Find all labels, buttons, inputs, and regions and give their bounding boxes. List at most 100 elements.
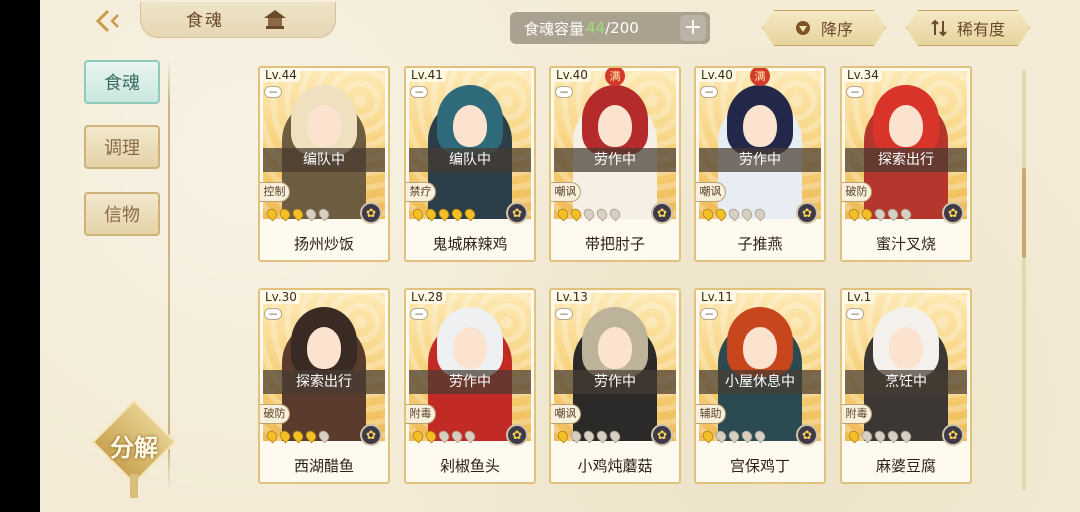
star-icon <box>277 428 293 444</box>
food-soul-card[interactable]: Lv.41 − 编队中 禁疗 ✿ 鬼城麻辣鸡 <box>404 66 536 262</box>
card-status: 探索出行 <box>845 148 967 172</box>
scrollbar-thumb[interactable] <box>1022 168 1026 258</box>
element-flower-icon: ✿ <box>360 202 382 224</box>
star-icon <box>264 428 280 444</box>
home-button[interactable] <box>262 8 288 34</box>
card-name: 带把肘子 <box>584 235 645 253</box>
triangle-down-icon <box>795 20 811 36</box>
star-icon <box>303 206 319 222</box>
star-icon <box>303 428 319 444</box>
decompose-button[interactable]: 分解 <box>91 399 177 498</box>
minus-icon: − <box>700 86 718 98</box>
star-icon <box>898 428 914 444</box>
character-face <box>743 105 777 147</box>
character-face <box>453 327 487 369</box>
star-icon <box>898 206 914 222</box>
role-tag: 附毒 <box>406 404 436 424</box>
card-level: Lv.28 <box>408 290 446 304</box>
food-soul-card[interactable]: Lv.13 − 劳作中 嘲讽 ✿ 小鸡炖蘑菇 <box>549 288 681 484</box>
capacity-add-button[interactable]: + <box>680 15 706 41</box>
star-icon <box>423 428 439 444</box>
character-face <box>889 105 923 147</box>
character-face <box>307 105 341 147</box>
star-icon <box>752 428 768 444</box>
card-name: 西湖醋鱼 <box>293 457 354 475</box>
card-status: 烹饪中 <box>845 370 967 394</box>
card-level: Lv.44 <box>262 68 300 82</box>
sort-descending-button[interactable]: 降序 <box>762 10 886 46</box>
card-name: 小鸡炖蘑菇 <box>577 457 653 475</box>
scrollbar-track[interactable] <box>1022 70 1026 490</box>
food-soul-card[interactable]: Lv.40 − 满劳作中 嘲讽 ✿ 子推燕 <box>694 66 826 262</box>
back-button[interactable] <box>92 6 128 36</box>
star-icon <box>594 428 610 444</box>
title-tab <box>140 2 336 38</box>
star-icon <box>410 206 426 222</box>
role-tag: 附毒 <box>842 404 872 424</box>
card-status: 编队中 <box>263 148 385 172</box>
sort-rarity-label: 稀有度 <box>956 20 1005 39</box>
minus-icon: − <box>700 308 718 320</box>
minus-icon: − <box>410 308 428 320</box>
card-name: 麻婆豆腐 <box>875 457 936 475</box>
element-flower-icon: ✿ <box>651 424 673 446</box>
capacity-label: 食魂容量 <box>524 19 585 38</box>
star-icon <box>277 206 293 222</box>
nav-tab-tokens[interactable]: 信物 <box>84 192 160 236</box>
card-name: 蜜汁叉烧 <box>875 235 936 253</box>
full-badge: 满 <box>605 68 625 86</box>
element-flower-icon: ✿ <box>506 424 528 446</box>
star-icon <box>568 206 584 222</box>
card-status: 探索出行 <box>263 370 385 394</box>
food-soul-card[interactable]: Lv.34 − 探索出行 破防 ✿ 蜜汁叉烧 <box>840 66 972 262</box>
star-rating <box>410 428 478 444</box>
food-soul-card[interactable]: Lv.1 − 烹饪中 附毒 ✿ 麻婆豆腐 <box>840 288 972 484</box>
star-icon <box>264 206 280 222</box>
role-tag: 辅助 <box>696 404 726 424</box>
minus-icon: − <box>410 86 428 98</box>
star-icon <box>316 428 332 444</box>
sort-rarity-button[interactable]: 稀有度 <box>906 10 1030 46</box>
full-badge: 满 <box>750 68 770 86</box>
nav-tab-food-souls[interactable]: 食魂 <box>84 60 160 104</box>
star-icon <box>885 428 901 444</box>
card-level: Lv.30 <box>262 290 300 304</box>
star-rating <box>555 428 623 444</box>
character-face <box>598 105 632 147</box>
home-pavilion-icon <box>264 10 286 29</box>
star-icon <box>846 206 862 222</box>
star-icon <box>607 206 623 222</box>
star-icon <box>436 206 452 222</box>
card-level: Lv.13 <box>553 290 591 304</box>
decompose-tassel <box>130 474 138 498</box>
food-soul-card[interactable]: Lv.28 − 劳作中 附毒 ✿ 剁椒鱼头 <box>404 288 536 484</box>
capacity-current: 44 <box>586 19 606 37</box>
element-flower-icon: ✿ <box>360 424 382 446</box>
star-icon <box>290 206 306 222</box>
minus-icon: − <box>846 86 864 98</box>
star-rating <box>555 206 623 222</box>
star-icon <box>449 206 465 222</box>
role-tag: 控制 <box>260 182 290 202</box>
star-icon <box>726 206 742 222</box>
star-icon <box>462 428 478 444</box>
role-tag: 破防 <box>842 182 872 202</box>
star-icon <box>859 206 875 222</box>
star-icon <box>726 428 742 444</box>
food-soul-card[interactable]: Lv.11 − 小屋休息中 辅助 ✿ 宫保鸡丁 <box>694 288 826 484</box>
top-bar: 食魂 食魂容量 44 /200 + 降序 稀有度 <box>40 0 1080 52</box>
star-icon <box>290 428 306 444</box>
minus-icon: − <box>264 308 282 320</box>
food-soul-card[interactable]: Lv.30 − 探索出行 破防 ✿ 西湖醋鱼 <box>258 288 390 484</box>
card-level: Lv.41 <box>408 68 446 82</box>
nav-tab-label: 调理 <box>104 138 140 159</box>
minus-icon: − <box>846 308 864 320</box>
food-soul-card[interactable]: Lv.44 − 编队中 控制 ✿ 扬州炒饭 <box>258 66 390 262</box>
nav-tab-conditioning[interactable]: 调理 <box>84 125 160 169</box>
minus-icon: − <box>264 86 282 98</box>
star-icon <box>581 206 597 222</box>
star-icon <box>700 428 716 444</box>
food-soul-card[interactable]: Lv.40 − 满劳作中 嘲讽 ✿ 带把肘子 <box>549 66 681 262</box>
star-icon <box>739 206 755 222</box>
minus-icon: − <box>555 308 573 320</box>
